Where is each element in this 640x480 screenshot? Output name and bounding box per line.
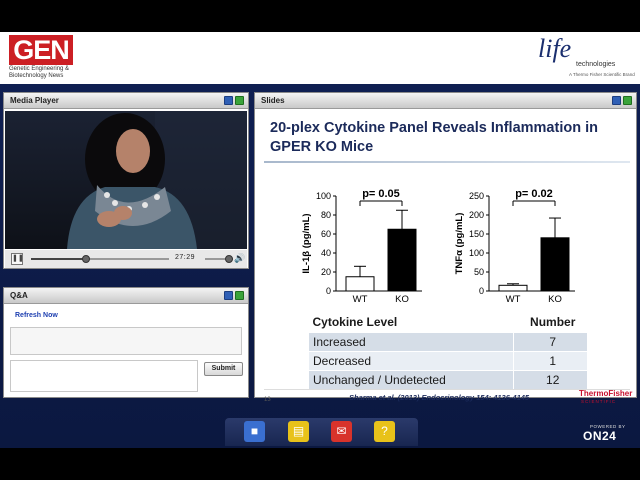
gen-logo[interactable]: GEN	[9, 35, 73, 65]
volume-slider[interactable]	[205, 255, 233, 263]
minimize-icon[interactable]	[224, 96, 233, 105]
y-tick-label: 50	[474, 267, 484, 277]
help-button[interactable]: ?	[374, 421, 395, 442]
qa-title: Q&A	[10, 291, 28, 300]
question-input[interactable]	[10, 360, 198, 392]
slide-title: 20-plex Cytokine Panel Reveals Inflammat…	[270, 120, 598, 155]
table-cell-label: Unchanged / Undetected	[307, 369, 515, 390]
maximize-icon[interactable]	[235, 291, 244, 300]
video-controls: ❚❚ 27:29 🔊	[5, 250, 247, 268]
bar-wt	[498, 284, 528, 292]
table-row: Increased 7	[307, 331, 588, 352]
slides-title: Slides	[261, 96, 285, 105]
cytokine-table: Cytokine Level Number Increased 7 Decrea…	[307, 313, 588, 390]
speaker-icon[interactable]: 🔊	[234, 253, 245, 264]
media-player-panel: Media Player ❚❚ 27:29 🔊	[3, 92, 249, 269]
question-icon: ?	[381, 424, 388, 438]
slides-icon: ▤	[292, 424, 305, 438]
refresh-now-link[interactable]: Refresh Now	[15, 312, 58, 319]
x-tick-label: KO	[548, 294, 562, 305]
bar-wt	[345, 276, 375, 292]
media-player-title: Media Player	[10, 96, 59, 105]
slide-content: 20-plex Cytokine Panel Reveals Inflammat…	[256, 110, 635, 404]
x-tick-label: WT	[506, 294, 521, 305]
thermo-fisher-logo: ThermoFisher	[579, 389, 633, 398]
volume-slider-handle[interactable]	[224, 255, 233, 263]
on24-logo[interactable]: ON24	[583, 429, 616, 443]
minimize-icon[interactable]	[612, 96, 621, 105]
table-cell-label: Decreased	[307, 350, 515, 371]
table-header-cytokine-level: Cytokine Level	[312, 315, 398, 330]
submit-button[interactable]: Submit	[204, 362, 243, 376]
maximize-icon[interactable]	[235, 96, 244, 105]
media-player-button[interactable]: ■	[244, 421, 265, 442]
y-tick-label: 100	[316, 191, 331, 201]
chat-icon: ✉	[336, 424, 347, 438]
life-technologies-sub: technologies	[576, 61, 616, 68]
thermo-fisher-logo-sub: SCIENTIFIC	[581, 399, 617, 404]
y-axis-label: IL-1β (pg/mL)	[301, 213, 312, 273]
x-tick-label: KO	[395, 294, 409, 305]
presenter-video-image	[5, 111, 247, 249]
table-cell-value: 12	[513, 369, 588, 390]
life-technologies-tagline: A Thermo Fisher Scientific Brand	[569, 72, 635, 77]
qa-button[interactable]: ✉	[331, 421, 352, 442]
webcast-console: GEN Genetic Engineering & Biotechnology …	[0, 0, 640, 480]
title-divider	[264, 161, 630, 163]
p-value-annotation: p= 0.05	[362, 188, 400, 200]
media-player-window-buttons	[224, 96, 244, 105]
slides-header[interactable]: Slides	[255, 93, 636, 109]
footer-divider	[264, 389, 630, 390]
p-value-annotation: p= 0.02	[515, 188, 553, 200]
seek-bar-handle[interactable]	[82, 255, 91, 263]
playback-time: 27:29	[175, 254, 196, 261]
table-cell-value: 7	[513, 331, 588, 352]
y-tick-label: 80	[321, 210, 331, 220]
slides-panel: Slides 20-plex Cytokine Panel Reveals In…	[254, 92, 637, 404]
media-player-header[interactable]: Media Player	[4, 93, 248, 109]
citation: Sharma et al. (2013) Endocrinology 154: …	[349, 393, 530, 402]
slides-window-buttons	[612, 96, 632, 105]
y-tick-label: 0	[326, 286, 331, 296]
y-tick-label: 40	[321, 248, 331, 258]
slides-button[interactable]: ▤	[288, 421, 309, 442]
gen-logo-subtitle: Genetic Engineering & Biotechnology News	[9, 66, 70, 79]
table-cell-value: 1	[513, 350, 588, 371]
table-header-row: Cytokine Level Number	[309, 313, 588, 332]
bar-ko	[540, 237, 570, 292]
video-frame[interactable]	[5, 111, 247, 249]
qa-history-box	[10, 327, 242, 355]
table-row: Decreased 1	[307, 350, 588, 371]
qa-panel: Q&A Refresh Now Submit	[3, 287, 249, 398]
y-tick-label: 0	[479, 286, 484, 296]
y-axis-label: TNFα (pg/mL)	[454, 213, 465, 275]
bar-ko	[387, 228, 417, 292]
camera-icon: ■	[250, 424, 259, 438]
cytokine-charts: 0 20 40 60 80 100 IL-1β (pg/mL) WT KO p= 0.05 0 50 1…	[301, 188, 575, 305]
pause-icon[interactable]: ❚❚	[11, 253, 24, 265]
console-toolbar: ■ ▤ ✉?	[225, 418, 418, 446]
header-bar: GEN Genetic Engineering & Biotechnology …	[0, 32, 640, 84]
y-tick-label: 200	[469, 210, 484, 220]
minimize-icon[interactable]	[224, 291, 233, 300]
table-row: Unchanged / Undetected 12	[307, 369, 588, 390]
y-tick-label: 60	[321, 229, 331, 239]
qa-header[interactable]: Q&A	[4, 288, 248, 304]
qa-window-buttons	[224, 291, 244, 300]
maximize-icon[interactable]	[623, 96, 632, 105]
x-tick-label: WT	[353, 294, 368, 305]
table-header-number: Number	[530, 315, 576, 330]
slide-number: 13	[264, 397, 271, 403]
y-tick-label: 100	[469, 248, 484, 258]
seek-bar[interactable]	[31, 255, 169, 263]
y-tick-label: 150	[469, 229, 484, 239]
life-technologies-logo: life	[538, 34, 572, 63]
y-tick-label: 250	[469, 191, 484, 201]
y-tick-label: 20	[321, 267, 331, 277]
table-cell-label: Increased	[307, 331, 515, 352]
seek-bar-progress	[31, 258, 87, 260]
